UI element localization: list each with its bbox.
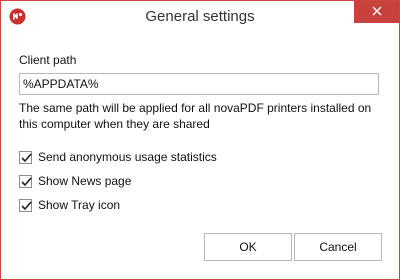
send-statistics-label[interactable]: Send anonymous usage statistics (38, 150, 217, 164)
checkmark-icon (21, 200, 32, 210)
show-news-label[interactable]: Show News page (38, 174, 131, 188)
cancel-button[interactable]: Cancel (294, 233, 382, 261)
show-news-option[interactable]: Show News page (19, 173, 131, 189)
close-button[interactable] (354, 1, 399, 23)
show-tray-label[interactable]: Show Tray icon (38, 198, 120, 212)
window-title: General settings (145, 8, 255, 25)
checkmark-icon (21, 152, 32, 162)
show-tray-option[interactable]: Show Tray icon (19, 197, 120, 213)
checkmark-icon (21, 176, 32, 186)
show-tray-checkbox[interactable] (19, 198, 32, 212)
shared-path-note: The same path will be applied for all no… (19, 101, 372, 131)
close-icon (372, 3, 382, 21)
client-path-label: Client path (19, 53, 77, 67)
send-statistics-option[interactable]: Send anonymous usage statistics (19, 149, 217, 165)
client-path-input[interactable] (19, 73, 379, 95)
title-bar[interactable]: General settings (1, 1, 399, 32)
show-news-checkbox[interactable] (19, 174, 32, 188)
ok-button[interactable]: OK (204, 233, 292, 261)
general-settings-dialog: General settings Client path The same pa… (0, 0, 400, 280)
send-statistics-checkbox[interactable] (19, 150, 32, 164)
dialog-content: Client path The same path will be applie… (9, 32, 391, 271)
